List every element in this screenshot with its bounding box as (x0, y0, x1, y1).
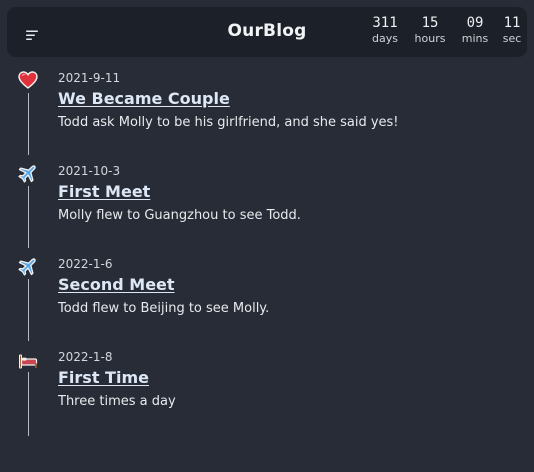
airplane-icon (17, 255, 39, 277)
countdown-days-value: 311 (372, 15, 398, 31)
event-date: 2022-1-6 (58, 257, 113, 271)
countdown-hours-unit: hours (414, 32, 446, 45)
timeline-event: 2021-9-11 We Became Couple Todd ask Moll… (58, 71, 399, 131)
airplane-icon (17, 162, 39, 184)
top-bar: OurBlog 311 days 15 hours 09 mins 11 sec (7, 7, 527, 57)
timeline-line (28, 372, 29, 436)
timeline-line (28, 279, 29, 341)
countdown-sec-unit: sec (502, 32, 522, 45)
timeline-event: 2022-1-8 First Time Three times a day (58, 350, 176, 410)
timeline-event: 2021-10-3 First Meet Molly flew to Guang… (58, 164, 301, 224)
countdown-days-unit: days (372, 32, 398, 45)
timeline-line (28, 93, 29, 155)
timeline-line (28, 186, 29, 248)
event-description: Todd ask Molly to be his girlfriend, and… (58, 115, 399, 130)
countdown-sec-value: 11 (503, 15, 521, 31)
bed-icon (17, 349, 39, 371)
event-title-link[interactable]: Second Meet (58, 275, 269, 295)
event-description: Molly flew to Guangzhou to see Todd. (58, 208, 301, 223)
event-title-link[interactable]: First Meet (58, 182, 301, 202)
event-description: Three times a day (58, 394, 176, 409)
timeline-event: 2022-1-6 Second Meet Todd flew to Beijin… (58, 257, 269, 317)
event-title-link[interactable]: We Became Couple (58, 89, 399, 109)
event-title-link[interactable]: First Time (58, 368, 176, 388)
event-date: 2021-9-11 (58, 71, 121, 85)
event-description: Todd flew to Beijing to see Molly. (58, 301, 270, 316)
countdown-days: 311 days (363, 15, 407, 46)
event-date: 2021-10-3 (58, 164, 121, 178)
heart-icon (17, 69, 39, 91)
event-date: 2022-1-8 (58, 350, 113, 364)
countdown-hours-value: 15 (421, 15, 439, 31)
countdown-sec: 11 sec (489, 15, 534, 46)
countdown-hours: 15 hours (408, 15, 452, 46)
